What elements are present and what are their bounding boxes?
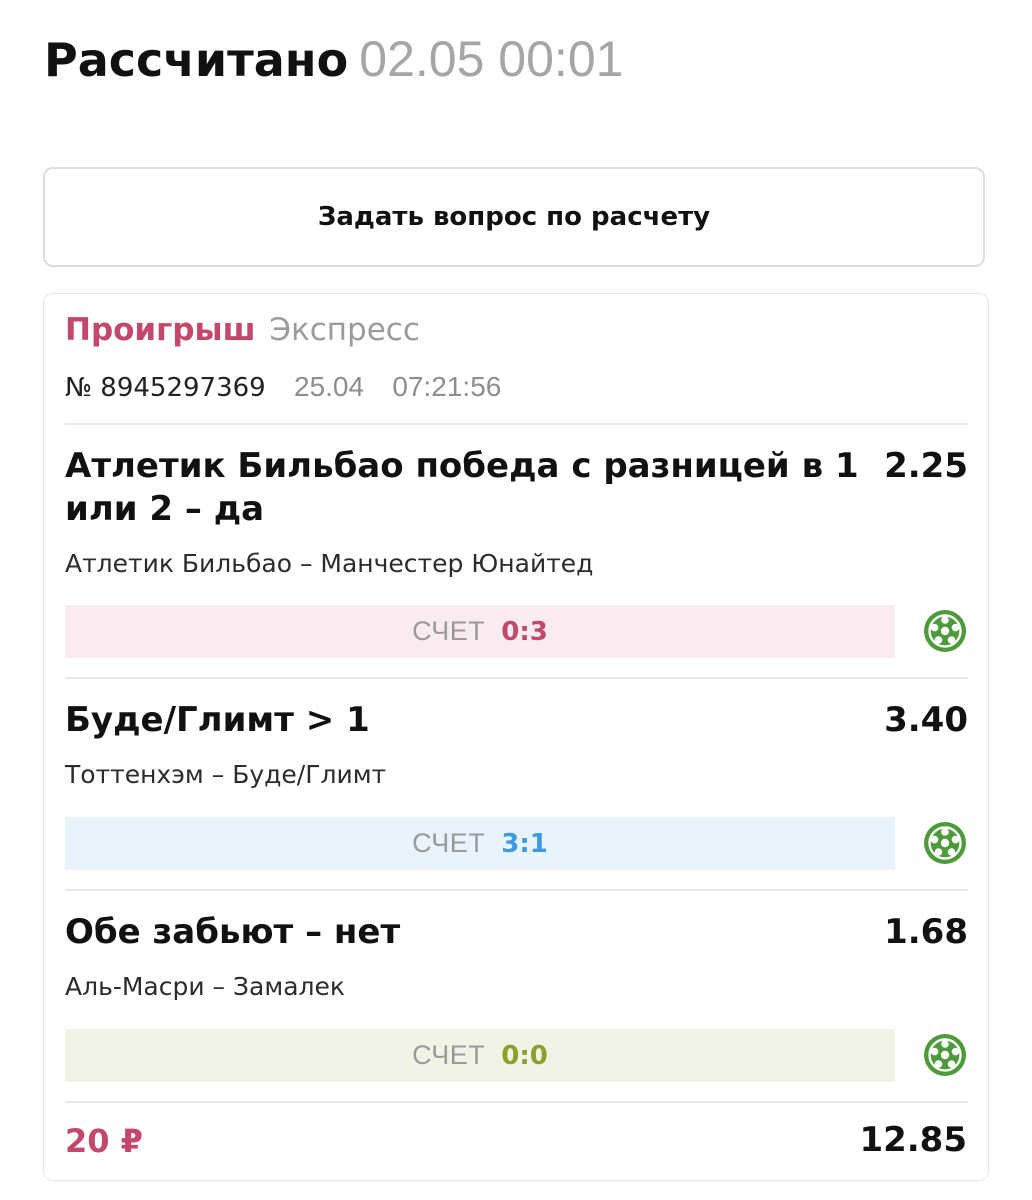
score-value: 3:1 [501,828,548,859]
bet-date: 25.04 [294,371,365,402]
event-item: Буде/Глимт > 1 3.40 Тоттенхэм – Буде/Гли… [65,699,968,870]
divider [65,1101,968,1103]
score-label: СЧЕТ [412,828,486,858]
divider [65,677,968,679]
event-odds: 1.68 [884,912,968,952]
ask-question-button[interactable]: Задать вопрос по расчету [43,167,985,267]
event-selection: Буде/Глимт > 1 [65,700,370,740]
event-match: Атлетик Бильбао – Манчестер Юнайтед [65,549,594,578]
event-match: Аль-Масри – Замалек [65,972,345,1001]
page-header: Рассчитано 02.05 00:01 [44,30,623,88]
bet-time: 07:21:56 [392,371,502,402]
bet-number: № 8945297369 [65,373,266,403]
bet-status: Проигрыш Экспресс [65,312,420,348]
divider [65,889,968,891]
event-odds: 3.40 [884,700,968,740]
bet-result: Проигрыш [65,312,256,348]
bet-meta: № 8945297369 25.04 07:21:56 [65,371,501,403]
total-odds: 12.85 [859,1120,967,1160]
soccer-ball-icon [923,821,967,865]
event-item: Атлетик Бильбао победа с разницей в 1 ил… [65,445,968,660]
event-selection: Атлетик Бильбао победа с разницей в 1 ил… [65,446,859,529]
event-match: Тоттенхэм – Буде/Глимт [65,760,387,789]
score-bar: СЧЕТ 3:1 [65,817,895,870]
soccer-ball-icon [923,609,967,653]
bet-card: Проигрыш Экспресс № 8945297369 25.04 07:… [43,293,989,1181]
bet-type: Экспресс [269,312,420,348]
bet-stake: 20 ₽ [65,1122,143,1160]
ask-question-label: Задать вопрос по расчету [317,202,711,232]
settled-datetime: 02.05 00:01 [359,31,624,87]
score-bar: СЧЕТ 0:3 [65,605,895,658]
event-odds: 2.25 [884,446,968,486]
event-selection: Обе забьют – нет [65,912,401,952]
event-item: Обе забьют – нет 1.68 Аль-Масри – Замале… [65,911,968,1082]
soccer-ball-icon [923,1033,967,1077]
score-value: 0:0 [501,1040,548,1071]
score-bar: СЧЕТ 0:0 [65,1029,895,1082]
score-label: СЧЕТ [412,1040,486,1070]
page-title: Рассчитано [44,33,349,87]
score-value: 0:3 [501,616,548,647]
divider [65,423,968,425]
score-label: СЧЕТ [412,616,486,646]
